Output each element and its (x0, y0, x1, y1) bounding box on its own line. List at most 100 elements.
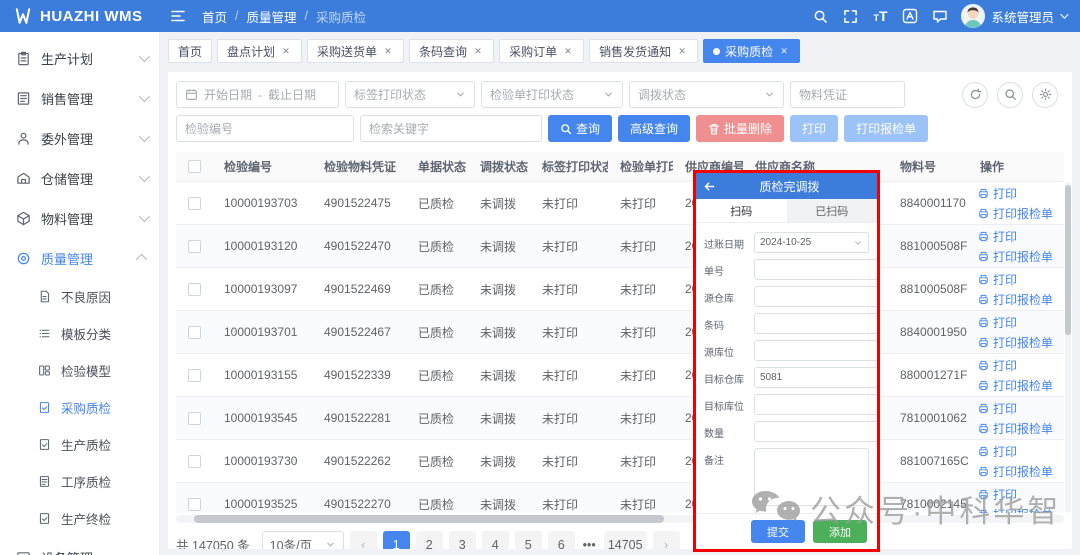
search-icon[interactable] (805, 9, 835, 24)
row-checkbox[interactable] (188, 197, 201, 210)
page-size-select[interactable]: 10条/页 (262, 531, 344, 549)
print-report-link[interactable]: 打印报检单 (978, 506, 1061, 514)
print-link[interactable]: 打印 (978, 357, 1061, 374)
select-all-checkbox[interactable] (188, 160, 201, 173)
tab-close-icon[interactable]: ✕ (676, 45, 688, 57)
sidebar-item-outsource[interactable]: 委外管理 (0, 118, 159, 158)
tab-首页[interactable]: 首页 (168, 39, 212, 63)
print-link[interactable]: 打印 (978, 443, 1061, 460)
print-link[interactable]: 打印 (978, 400, 1061, 417)
order-no-input[interactable] (754, 259, 877, 280)
tab-盘点计划[interactable]: 盘点计划✕ (217, 39, 302, 63)
transfer-status-select[interactable]: 调拨状态 (629, 81, 784, 108)
source-warehouse-input[interactable] (754, 286, 877, 307)
sidebar-item-process-qc[interactable]: 工序质检 (0, 463, 159, 500)
inspection-no-input[interactable] (176, 115, 354, 142)
page-button-2[interactable]: 2 (416, 531, 443, 549)
sidebar-item-purchase-qc[interactable]: 采购质检 (0, 389, 159, 426)
barcode-input[interactable] (754, 313, 877, 334)
user-menu[interactable]: 系统管理员 (961, 4, 1066, 28)
row-checkbox[interactable] (188, 240, 201, 253)
remark-textarea[interactable] (754, 448, 869, 506)
print-link[interactable]: 打印 (978, 486, 1061, 503)
row-checkbox[interactable] (188, 412, 201, 425)
sidebar-item-warehouse[interactable]: 仓储管理 (0, 158, 159, 198)
row-checkbox[interactable] (188, 283, 201, 296)
tab-采购质检[interactable]: 采购质检✕ (703, 39, 800, 63)
sidebar-item-material[interactable]: 物料管理 (0, 198, 159, 238)
page-button-1[interactable]: 1 (383, 531, 410, 549)
print-report-link[interactable]: 打印报检单 (978, 334, 1061, 351)
print-report-link[interactable]: 打印报检单 (978, 420, 1061, 437)
tab-close-icon[interactable]: ✕ (280, 45, 292, 57)
row-checkbox[interactable] (188, 455, 201, 468)
print-link[interactable]: 打印 (978, 228, 1061, 245)
advanced-search-button[interactable]: 高级查询 (618, 115, 690, 142)
sidebar-item-template-category[interactable]: 模板分类 (0, 315, 159, 352)
add-button[interactable]: 添加 (813, 520, 867, 543)
print-report-link[interactable]: 打印报检单 (978, 463, 1061, 480)
label-print-status-select[interactable]: 标签打印状态 (345, 81, 475, 108)
material-doc-input[interactable] (790, 81, 905, 108)
vertical-scrollbar[interactable] (1065, 182, 1071, 513)
sidebar-item-production-qc[interactable]: 生产质检 (0, 426, 159, 463)
tab-close-icon[interactable]: ✕ (778, 45, 790, 57)
tab-销售发货通知[interactable]: 销售发货通知✕ (589, 39, 698, 63)
refresh-button[interactable] (962, 82, 988, 108)
quantity-input[interactable] (754, 421, 877, 442)
sidebar-item-inspection-model[interactable]: 检验模型 (0, 352, 159, 389)
page-button-5[interactable]: 5 (515, 531, 542, 549)
drawer-tab-已扫码[interactable]: 已扫码 (787, 199, 878, 222)
breadcrumb-home[interactable]: 首页 (202, 7, 227, 26)
row-checkbox[interactable] (188, 498, 201, 511)
row-checkbox[interactable] (188, 369, 201, 382)
tab-条码查询[interactable]: 条码查询✕ (409, 39, 494, 63)
print-link[interactable]: 打印 (978, 314, 1061, 331)
page-button-14705[interactable]: 14705 (604, 531, 647, 549)
tab-close-icon[interactable]: ✕ (382, 45, 394, 57)
horizontal-scrollbar-thumb[interactable] (194, 515, 664, 523)
translate-icon[interactable] (895, 8, 925, 24)
back-button[interactable] (696, 180, 722, 193)
print-report-link[interactable]: 打印报检单 (978, 377, 1061, 394)
search-button[interactable]: 查询 (548, 115, 612, 142)
sidebar-item-production-plan[interactable]: 生产计划 (0, 38, 159, 78)
source-bin-input[interactable] (754, 340, 877, 361)
tab-采购订单[interactable]: 采购订单✕ (499, 39, 584, 63)
sidebar-item-sales[interactable]: 销售管理 (0, 78, 159, 118)
date-range-picker[interactable]: 开始日期 - 截止日期 (176, 81, 339, 108)
submit-button[interactable]: 提交 (751, 520, 805, 543)
print-link[interactable]: 打印 (978, 271, 1061, 288)
sidebar-item-defect-reason[interactable]: 不良原因 (0, 278, 159, 315)
column-search-button[interactable] (997, 82, 1023, 108)
tab-close-icon[interactable]: ✕ (472, 45, 484, 57)
posting-date-select[interactable]: 2024-10-25 (754, 232, 869, 253)
settings-button[interactable] (1032, 82, 1058, 108)
vertical-scrollbar-thumb[interactable] (1065, 185, 1071, 335)
batch-delete-button[interactable]: 批量删除 (696, 115, 784, 142)
sidebar-item-equipment[interactable]: 设备管理 (0, 537, 159, 555)
horizontal-scrollbar[interactable] (176, 515, 1064, 523)
row-checkbox[interactable] (188, 326, 201, 339)
font-size-icon[interactable]: TT (865, 8, 895, 24)
print-link[interactable]: 打印 (978, 185, 1061, 202)
breadcrumb-quality[interactable]: 质量管理 (247, 7, 297, 26)
sidebar-item-final-qc[interactable]: 生产终检 (0, 500, 159, 537)
print-button[interactable]: 打印 (790, 115, 838, 142)
print-report-link[interactable]: 打印报检单 (978, 205, 1061, 222)
page-button-6[interactable]: 6 (548, 531, 575, 549)
sidebar-collapse-button[interactable] (170, 8, 186, 24)
inspection-print-status-select[interactable]: 检验单打印状态 (481, 81, 623, 108)
tab-close-icon[interactable]: ✕ (562, 45, 574, 57)
next-page-button[interactable]: › (653, 531, 680, 549)
fullscreen-icon[interactable] (835, 9, 865, 24)
print-report-link[interactable]: 打印报检单 (978, 248, 1061, 265)
target-bin-input[interactable] (754, 394, 877, 415)
sidebar-item-quality[interactable]: 质量管理 (0, 238, 159, 278)
page-button-4[interactable]: 4 (482, 531, 509, 549)
logo[interactable]: HUAZHI WMS (0, 7, 160, 25)
tab-采购送货单[interactable]: 采购送货单✕ (307, 39, 404, 63)
message-icon[interactable] (925, 8, 955, 24)
drawer-tab-扫码[interactable]: 扫码 (696, 199, 787, 222)
prev-page-button[interactable]: ‹ (350, 531, 377, 549)
